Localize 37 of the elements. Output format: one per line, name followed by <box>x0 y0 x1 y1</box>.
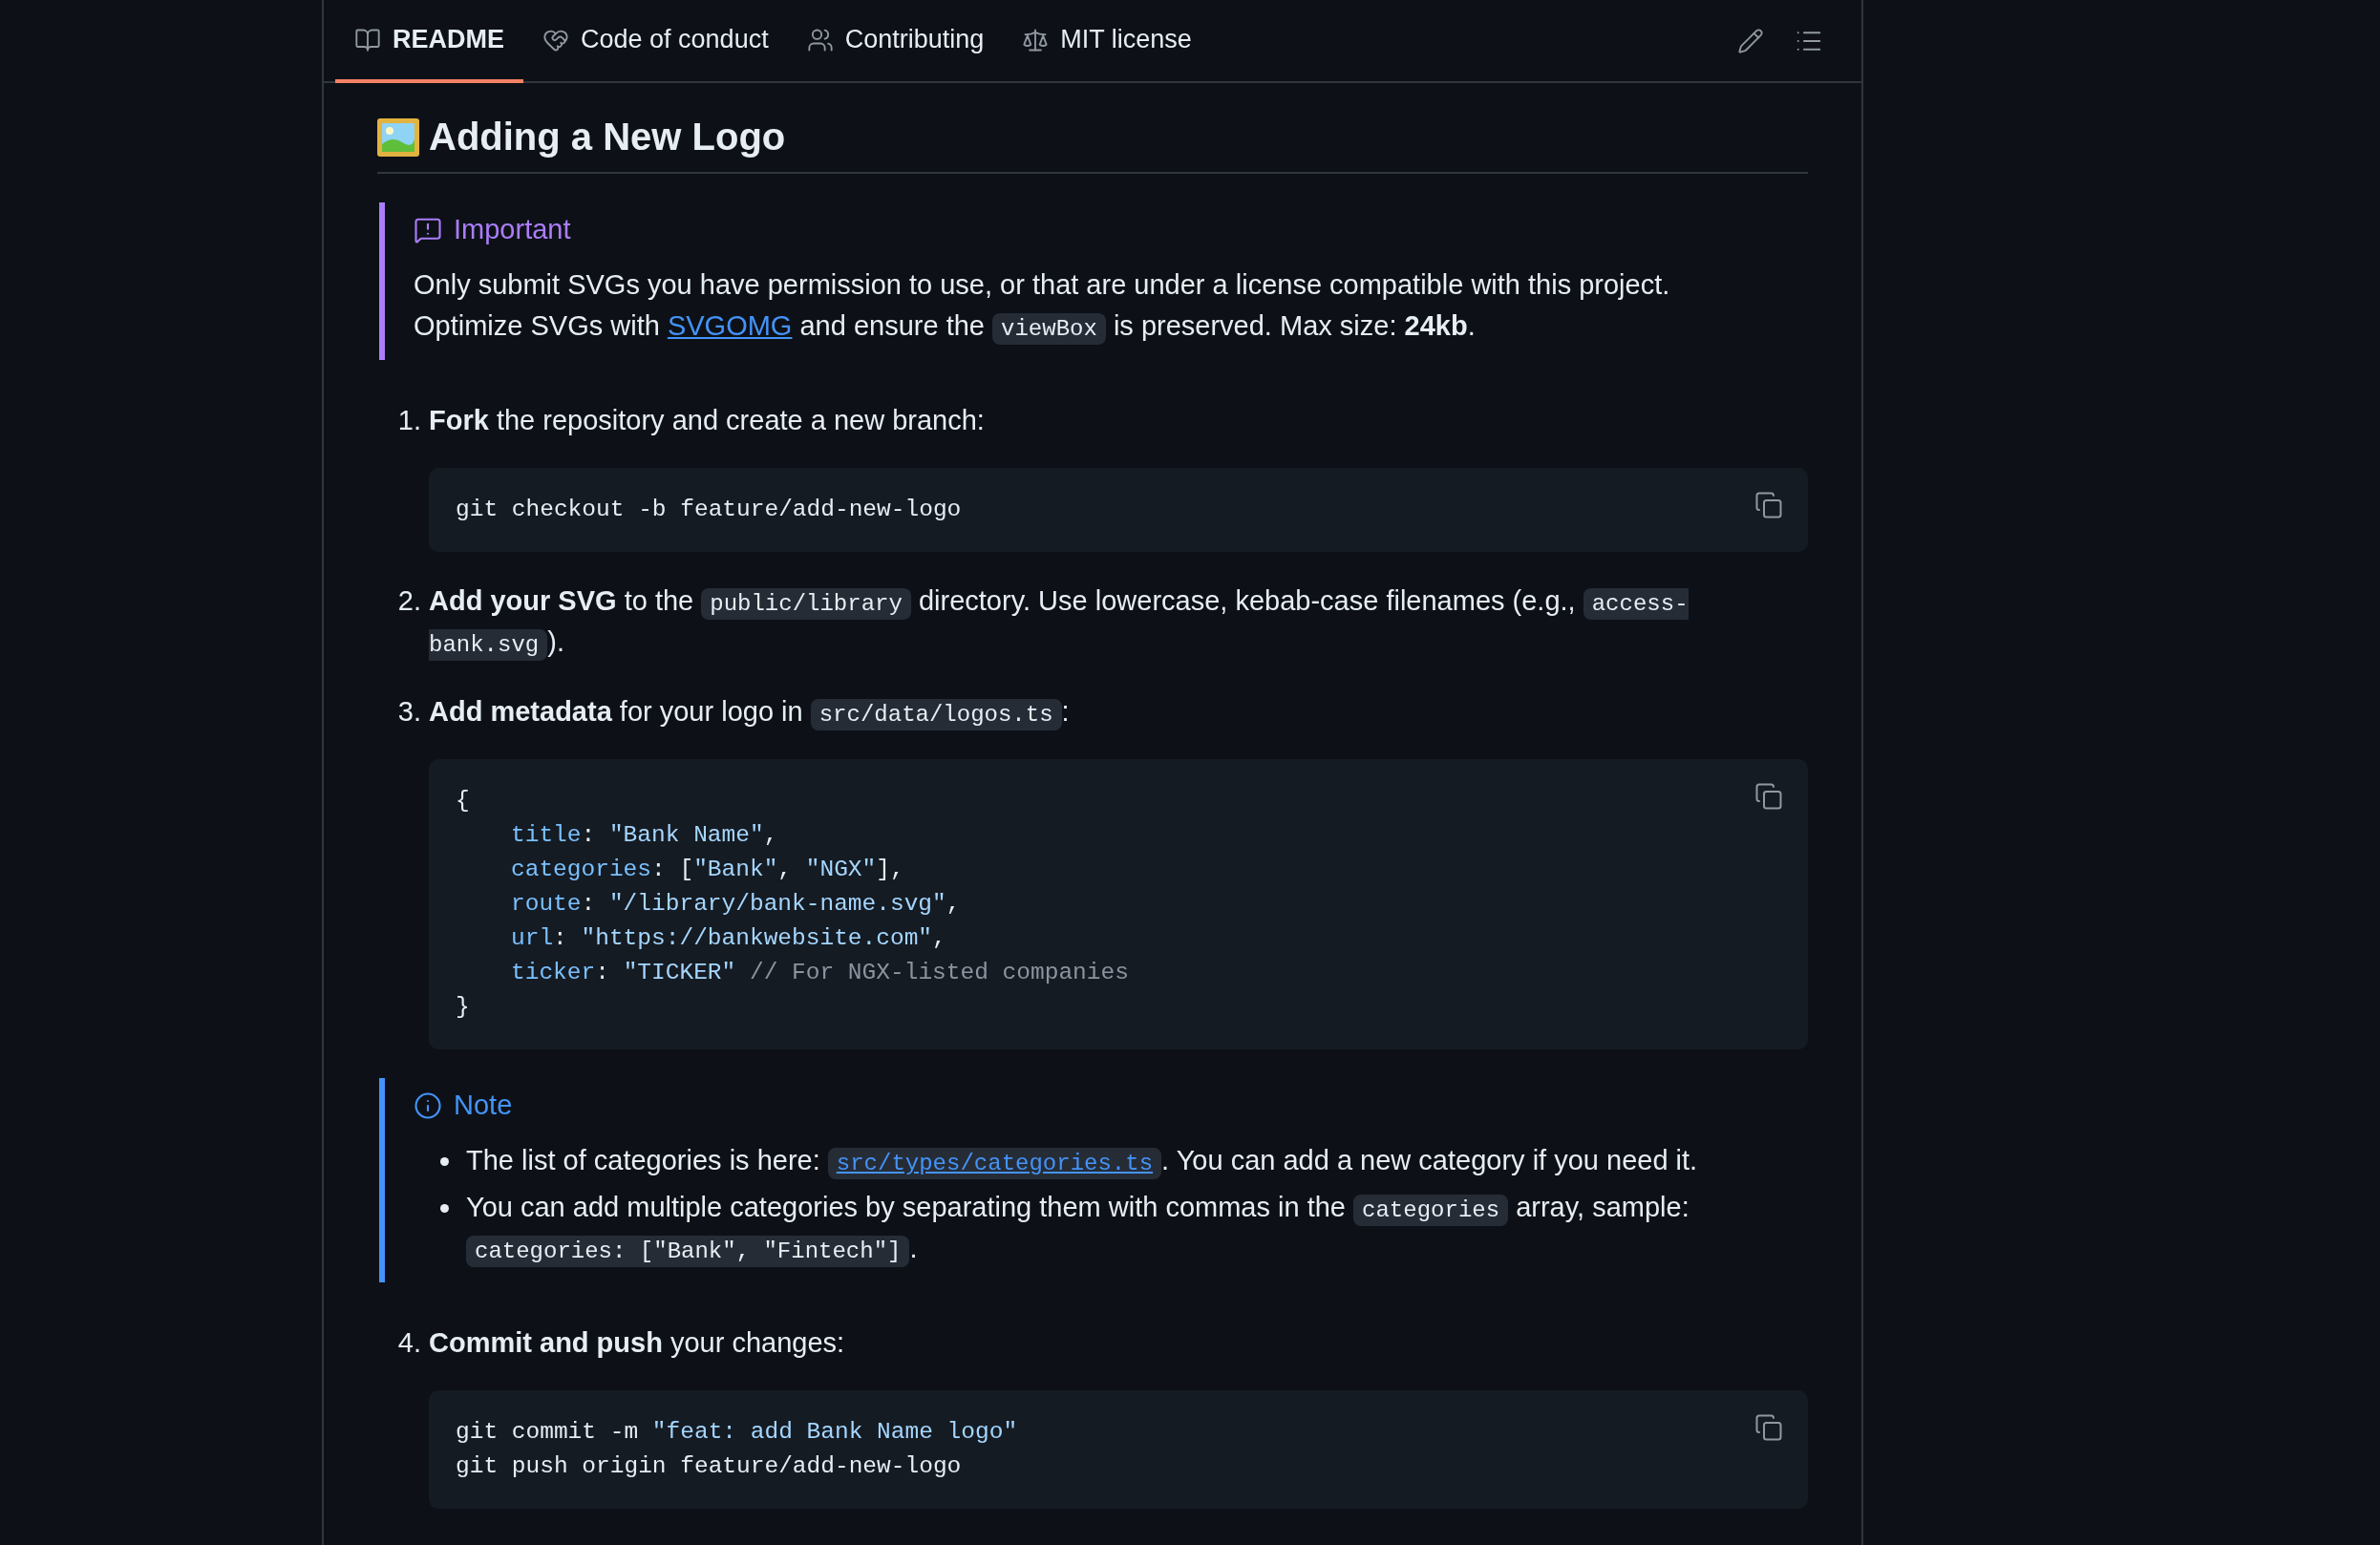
tab[interactable]: Contributing <box>787 0 1004 83</box>
code-line: git commit -m "feat: add Bank Name logo" <box>456 1418 1018 1447</box>
code-line: } <box>456 993 470 1022</box>
step-text: Commit and push your changes: <box>429 1326 846 1360</box>
list-item-text: The list of categories is here: src/types/categories.ts . You can add a new category if you need it. <box>466 1140 1698 1181</box>
tab[interactable]: README <box>335 0 523 83</box>
copy-icon <box>1754 1413 1783 1442</box>
tab[interactable]: Code of conduct <box>523 0 788 83</box>
alert-title: Note <box>454 1090 513 1121</box>
alert-title: Important <box>454 214 571 245</box>
step-number: 2. <box>396 584 422 618</box>
code-line: url: "https://bankwebsite.com", <box>510 924 946 953</box>
code-line: git push origin feature/add-new-logo <box>456 1452 962 1481</box>
step-number: 1. <box>396 404 422 437</box>
bullet-icon <box>440 1204 449 1213</box>
step-number: 3. <box>396 695 422 729</box>
text-link[interactable]: SVGOMG <box>667 310 793 341</box>
section-heading: Adding a New Logo <box>429 116 786 159</box>
code-link[interactable]: src/types/categories.ts <box>827 1148 1162 1179</box>
code-line: title: "Bank Name", <box>510 821 778 850</box>
pencil-icon <box>1737 27 1764 54</box>
alert-text: Only submit SVGs you have permission to use, or that are under a license compatible with this project. Optimize SVGs with SVGOMG and ensure the viewBox is preserved. Max size: 24kb. <box>414 265 1785 347</box>
step-number: 4. <box>396 1326 422 1360</box>
code-line: { <box>456 787 470 815</box>
info-icon <box>414 1090 442 1120</box>
step-text: Fork the repository and create a new branch: <box>429 404 986 437</box>
code-line: route: "/library/bank-name.svg", <box>510 890 961 919</box>
bullet-icon <box>440 1157 449 1166</box>
code-line: ticker: "TICKER" // For NGX-listed companies <box>510 959 1129 987</box>
copy-icon <box>1754 491 1783 519</box>
tab[interactable]: MIT license <box>1003 0 1211 83</box>
code-line: git checkout -b feature/add-new-logo <box>456 496 962 524</box>
code-line: categories: ["Bank", "NGX"], <box>510 856 904 884</box>
list-item-text: You can add multiple categories by separating them with commas in the categories array, sample: categories: ["Bank", "Fintech"] . <box>466 1187 1785 1269</box>
copy-icon <box>1754 782 1783 811</box>
framed-picture-icon <box>377 117 419 157</box>
step-text: Add metadata for your logo in src/data/logos.ts : <box>429 691 1808 732</box>
